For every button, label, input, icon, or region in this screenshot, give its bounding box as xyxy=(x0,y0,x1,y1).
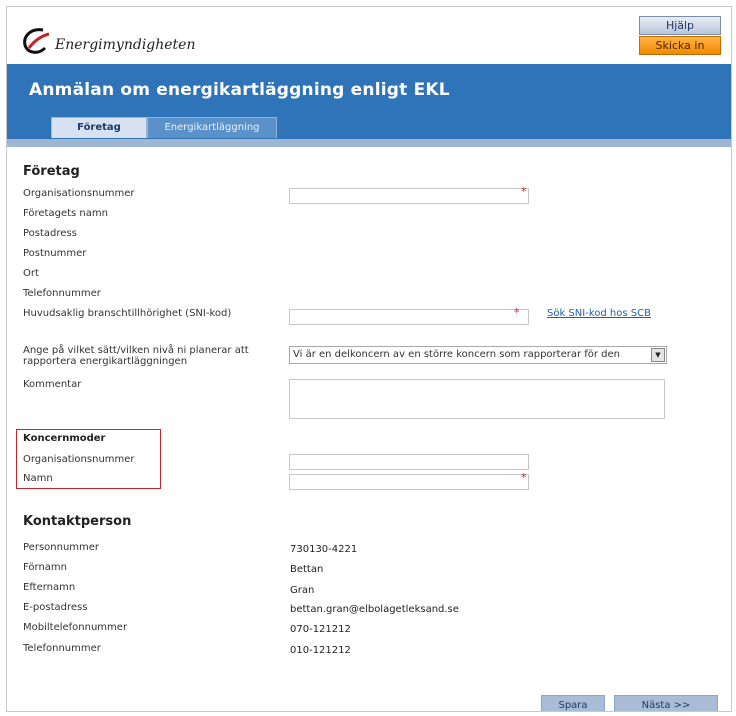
report-level-selected-value: Vi är en delkoncern av en större koncern… xyxy=(293,349,621,360)
mobile-phone-value: 070-121212 xyxy=(290,624,351,635)
last-name-label: Efternamn xyxy=(23,582,76,593)
report-level-select[interactable]: Vi är en delkoncern av en större koncern… xyxy=(289,346,667,364)
parent-org-number-label: Organisationsnummer xyxy=(23,454,135,465)
submit-button[interactable]: Skicka in xyxy=(639,36,721,55)
org-number-input[interactable] xyxy=(289,188,529,204)
personal-number-value: 730130-4221 xyxy=(290,544,358,555)
required-marker: * xyxy=(521,185,527,198)
required-marker: * xyxy=(514,306,520,319)
chevron-down-icon[interactable]: ▼ xyxy=(651,348,665,362)
mobile-phone-label: Mobiltelefonnummer xyxy=(23,622,128,633)
next-button[interactable]: Nästa >> xyxy=(614,695,718,711)
last-name-value: Gran xyxy=(290,585,315,596)
comment-label: Kommentar xyxy=(23,379,82,390)
page-title: Anmälan om energikartläggning enligt EKL xyxy=(29,80,450,100)
sni-code-label: Huvudsaklig branschtillhörighet (SNI-kod… xyxy=(23,308,232,319)
energy-logo-icon xyxy=(23,28,50,54)
tab-energy-audit[interactable]: Energikartläggning xyxy=(147,117,277,138)
required-marker: * xyxy=(521,471,527,484)
first-name-value: Bettan xyxy=(290,564,324,575)
parent-org-number-input[interactable] xyxy=(289,454,529,470)
contact-phone-value: 010-121212 xyxy=(290,645,351,656)
parent-company-title: Koncernmoder xyxy=(23,433,106,444)
tab-company[interactable]: Företag xyxy=(51,117,147,138)
comment-textarea[interactable] xyxy=(289,379,665,419)
section-title-company: Företag xyxy=(23,164,80,179)
sni-code-input[interactable] xyxy=(289,309,529,325)
logo: Energimyndigheten xyxy=(21,21,196,61)
email-label: E-postadress xyxy=(23,602,88,613)
company-name-label: Företagets namn xyxy=(23,208,108,219)
email-value: bettan.gran@elbolagetleksand.se xyxy=(290,604,459,615)
postal-code-label: Postnummer xyxy=(23,248,87,259)
logo-text: Energimyndigheten xyxy=(55,37,196,53)
sni-search-link[interactable]: Sök SNI-kod hos SCB xyxy=(547,308,651,319)
app-window: Energimyndigheten Hjälp Skicka in Anmäla… xyxy=(6,6,732,712)
personal-number-label: Personnummer xyxy=(23,542,100,553)
save-button[interactable]: Spara xyxy=(541,695,605,711)
org-number-label: Organisationsnummer xyxy=(23,188,135,199)
phone-label: Telefonnummer xyxy=(23,288,101,299)
section-title-contact: Kontaktperson xyxy=(23,514,132,529)
parent-name-label: Namn xyxy=(23,473,53,484)
first-name-label: Förnamn xyxy=(23,562,67,573)
report-level-label: Ange på vilket sätt/vilken nivå ni plane… xyxy=(23,345,249,367)
contact-phone-label: Telefonnummer xyxy=(23,643,101,654)
postal-address-label: Postadress xyxy=(23,228,77,239)
parent-name-input[interactable] xyxy=(289,474,529,490)
banner-divider xyxy=(7,139,731,147)
city-label: Ort xyxy=(23,268,39,279)
help-button[interactable]: Hjälp xyxy=(639,16,721,35)
